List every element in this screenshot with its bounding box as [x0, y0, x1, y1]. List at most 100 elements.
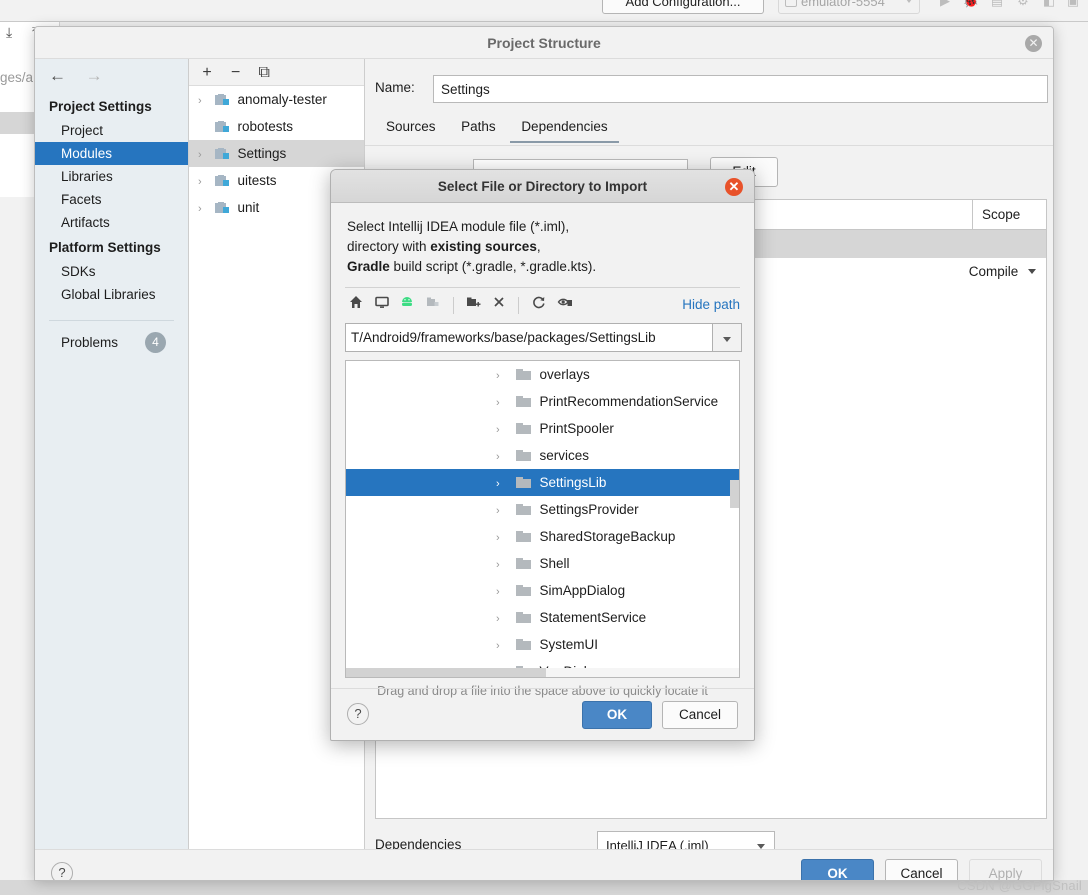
chevron-right-icon[interactable]: › [198, 88, 211, 115]
sidebar-item-facets[interactable]: Facets [35, 188, 188, 211]
sidebar-item-global-libraries[interactable]: Global Libraries [35, 283, 188, 306]
coverage-icon[interactable]: ▤ [988, 0, 1006, 10]
list-item-label: SettingsProvider [539, 502, 639, 517]
sidebar-item-project[interactable]: Project [35, 119, 188, 142]
stop-icon[interactable]: ▣ [1064, 0, 1082, 10]
module-list-toolbar: + − ⧉ [189, 59, 364, 86]
folder-icon [515, 531, 531, 543]
hide-path-link[interactable]: Hide path [682, 297, 740, 312]
list-item[interactable]: › services [346, 442, 739, 469]
list-item[interactable]: › Shell [346, 550, 739, 577]
ok-button[interactable]: OK [582, 701, 652, 729]
list-item-label: StatementService [539, 610, 647, 625]
path-input[interactable] [345, 323, 713, 352]
list-item[interactable]: › SystemUI [346, 631, 739, 658]
desktop-icon[interactable] [371, 294, 393, 316]
ide-toolbar: Add Configuration... emulator-5554 ▶ 🐞 ▤… [0, 0, 1088, 22]
sidebar-item-problems[interactable]: Problems 4 [35, 332, 188, 353]
list-item[interactable]: › StatementService [346, 604, 739, 631]
tab-dependencies[interactable]: Dependencies [510, 115, 619, 143]
sidebar-item-artifacts[interactable]: Artifacts [35, 211, 188, 234]
list-item[interactable]: › SimAppDialog [346, 577, 739, 604]
sidebar-item-modules[interactable]: Modules [35, 142, 188, 165]
list-item-selected[interactable]: › SettingsLib [346, 469, 739, 496]
list-item-label: SettingsLib [539, 475, 607, 490]
chevron-right-icon[interactable]: › [496, 417, 512, 444]
list-item[interactable]: › overlays [346, 361, 739, 388]
cancel-button[interactable]: Cancel [885, 859, 958, 880]
chevron-down-icon [906, 0, 912, 3]
module-name-label: Name: [375, 80, 415, 95]
file-dialog-title: Select File or Directory to Import [437, 179, 648, 194]
tab-paths[interactable]: Paths [450, 115, 507, 141]
list-item[interactable]: › SharedStorageBackup [346, 523, 739, 550]
file-tree[interactable]: › overlays › PrintRecommendationService … [345, 360, 740, 678]
chevron-right-icon[interactable]: › [496, 444, 512, 471]
close-icon[interactable]: ✕ [725, 178, 743, 196]
back-arrow-icon[interactable]: ← [49, 67, 66, 84]
copy-module-button[interactable]: ⧉ [254, 63, 274, 83]
chevron-right-icon[interactable]: › [496, 633, 512, 660]
horizontal-scrollbar-thumb[interactable] [346, 668, 546, 677]
cancel-button[interactable]: Cancel [662, 701, 738, 729]
chevron-right-icon[interactable]: › [496, 471, 512, 498]
chevron-right-icon[interactable]: › [496, 552, 512, 579]
forward-arrow-icon[interactable]: → [86, 67, 103, 84]
project-folder-icon[interactable] [422, 294, 444, 316]
add-configuration-button[interactable]: Add Configuration... [602, 0, 764, 14]
module-name-input[interactable] [433, 75, 1048, 103]
new-folder-icon[interactable] [462, 294, 484, 316]
list-item-label: Shell [539, 556, 570, 571]
sidebar-item-sdks[interactable]: SDKs [35, 260, 188, 283]
chevron-right-icon[interactable]: › [198, 196, 211, 223]
remove-module-button[interactable]: − [226, 63, 246, 83]
android-icon[interactable] [396, 294, 418, 316]
project-structure-title: Project Structure [487, 35, 601, 51]
module-icon [214, 121, 230, 133]
help-icon[interactable]: ? [347, 703, 369, 725]
run-icon[interactable]: ▶ [936, 0, 954, 10]
close-icon[interactable]: ✕ [1025, 35, 1042, 52]
chevron-right-icon[interactable]: › [496, 390, 512, 417]
folder-icon [515, 504, 531, 516]
chevron-right-icon[interactable]: › [198, 169, 211, 196]
select-file-dialog: Select File or Directory to Import ✕ Sel… [330, 169, 755, 741]
folder-icon [515, 585, 531, 597]
list-item[interactable]: › SettingsProvider [346, 496, 739, 523]
chevron-right-icon[interactable]: › [496, 606, 512, 633]
chevron-right-icon[interactable]: › [198, 142, 211, 169]
add-module-button[interactable]: + [197, 63, 217, 83]
module-row-settings[interactable]: › Settings [189, 140, 364, 167]
chevron-down-icon [1028, 269, 1036, 274]
horizontal-scrollbar[interactable] [346, 668, 739, 677]
folder-icon [515, 612, 531, 624]
folder-icon [515, 369, 531, 381]
description-line-2-bold: existing sources [430, 239, 537, 254]
module-row-anomaly-tester[interactable]: › anomaly-tester [189, 86, 364, 113]
ok-button[interactable]: OK [801, 859, 874, 880]
home-icon[interactable] [345, 294, 367, 316]
tab-sources[interactable]: Sources [375, 115, 447, 141]
collapse-all-icon[interactable]: ⤓ [6, 24, 12, 41]
chevron-right-icon[interactable]: › [496, 525, 512, 552]
sidebar-item-libraries[interactable]: Libraries [35, 165, 188, 188]
path-history-dropdown[interactable] [713, 323, 742, 352]
vertical-scrollbar[interactable] [730, 480, 739, 508]
list-item-label: PrintSpooler [539, 421, 614, 436]
chevron-right-icon[interactable]: › [496, 498, 512, 525]
module-row-robotests[interactable]: robotests [189, 113, 364, 140]
attach-icon[interactable]: ◧ [1040, 0, 1058, 10]
list-item[interactable]: › PrintRecommendationService [346, 388, 739, 415]
delete-icon[interactable] [488, 294, 510, 316]
debug-icon[interactable]: 🐞 [962, 0, 980, 10]
show-hidden-icon[interactable] [554, 294, 576, 316]
list-item[interactable]: › PrintSpooler [346, 415, 739, 442]
help-icon[interactable]: ? [51, 862, 73, 880]
profile-icon[interactable]: ⚙ [1014, 0, 1032, 10]
chevron-right-icon[interactable]: › [496, 363, 512, 390]
folder-icon [515, 477, 531, 489]
refresh-icon[interactable] [528, 294, 550, 316]
scope-dropdown[interactable]: Compile [969, 258, 1036, 286]
chevron-right-icon[interactable]: › [496, 579, 512, 606]
device-selector[interactable]: emulator-5554 [778, 0, 920, 14]
